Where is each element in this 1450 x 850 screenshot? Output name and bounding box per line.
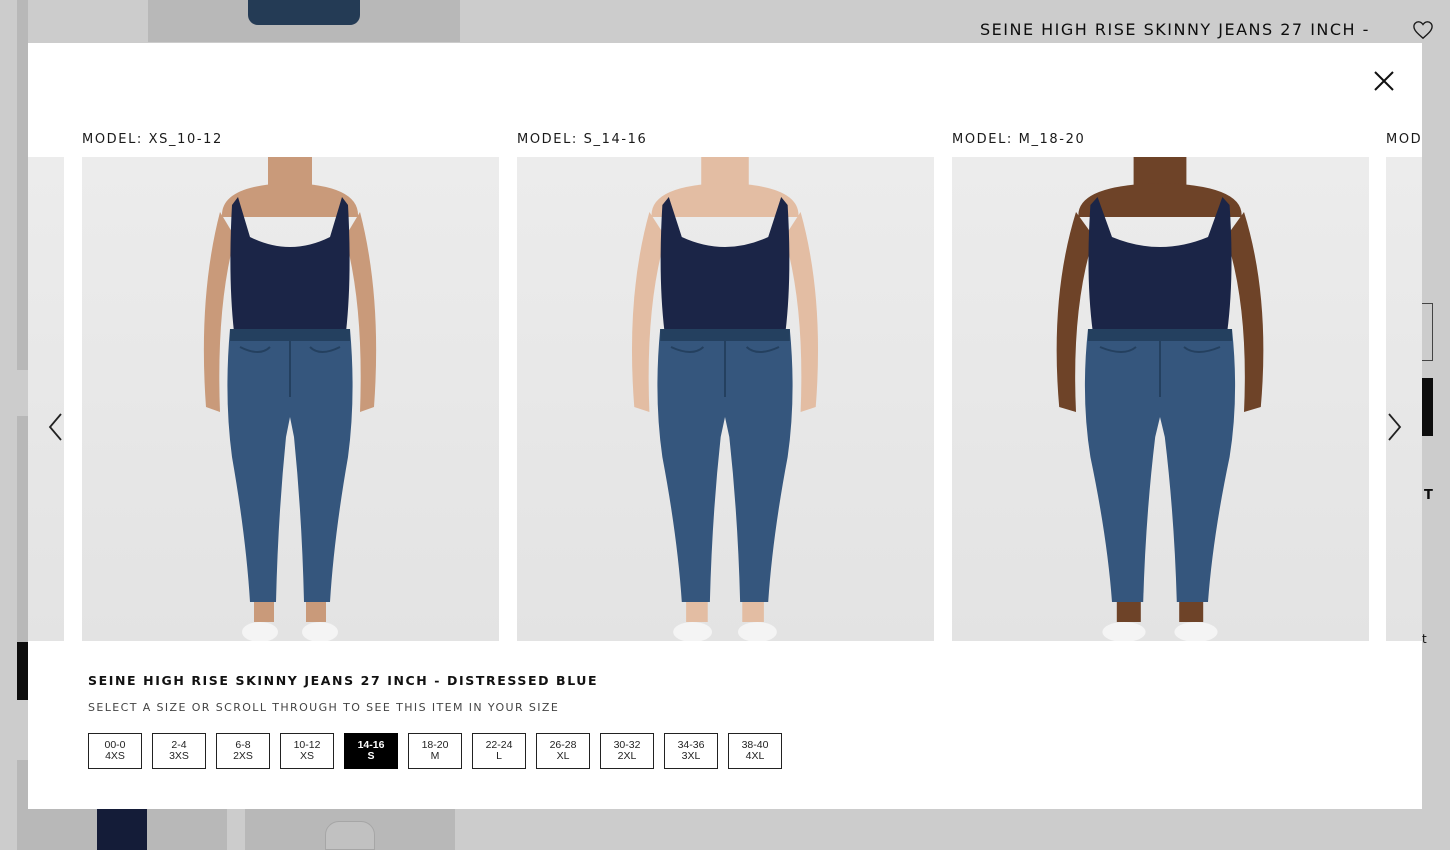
size-letter: 4XS — [105, 750, 125, 762]
size-option[interactable]: 14-16 S — [344, 733, 398, 769]
model-photo — [28, 157, 64, 641]
chevron-left-icon — [48, 413, 62, 441]
model-size-label: MODEL — [1386, 132, 1422, 147]
next-button[interactable] — [1382, 411, 1406, 443]
size-letter: XL — [556, 750, 570, 762]
size-letter: 3XL — [681, 750, 701, 762]
size-letter: 2XS — [233, 750, 253, 762]
size-viewer-modal: MODEL: XS_10-12 MODEL: S_14-16 MODEL: M_… — [28, 43, 1422, 809]
model-size-label: MODEL: M_18-20 — [952, 132, 1086, 147]
size-letter: 2XL — [617, 750, 637, 762]
size-option[interactable]: 34-36 3XL — [664, 733, 718, 769]
close-icon — [1374, 71, 1394, 91]
model-size-label: MODEL: XS_10-12 — [82, 132, 223, 147]
model-photo — [82, 157, 499, 641]
chevron-right-icon — [1388, 413, 1402, 441]
size-option[interactable]: 18-20 M — [408, 733, 462, 769]
size-letter: 4XL — [745, 750, 765, 762]
size-letter: XS — [299, 750, 314, 762]
model-figure — [203, 157, 377, 641]
size-option[interactable]: 30-32 2XL — [600, 733, 654, 769]
size-option[interactable]: 00-0 4XS — [88, 733, 142, 769]
close-button[interactable] — [1368, 65, 1400, 97]
model-photo — [1386, 157, 1422, 641]
size-option[interactable]: 22-24 L — [472, 733, 526, 769]
size-letter: 3XS — [169, 750, 189, 762]
size-instruction: SELECT A SIZE OR SCROLL THROUGH TO SEE T… — [88, 701, 560, 714]
size-option[interactable]: 38-40 4XL — [728, 733, 782, 769]
previous-button[interactable] — [44, 411, 68, 443]
size-letter: L — [496, 750, 502, 762]
model-figure — [631, 157, 819, 641]
size-option[interactable]: 2-4 3XS — [152, 733, 206, 769]
size-option[interactable]: 26-28 XL — [536, 733, 590, 769]
size-selector: 00-0 4XS 2-4 3XS 6-8 2XS 10-12 XS 14-16 S 18-20 M 22… — [88, 733, 782, 769]
model-carousel[interactable]: MODEL: XS_10-12 MODEL: S_14-16 MODEL: M_… — [28, 129, 1422, 643]
model-photo — [952, 157, 1369, 641]
size-option[interactable]: 6-8 2XS — [216, 733, 270, 769]
model-figure — [1056, 157, 1264, 641]
size-letter: M — [430, 750, 440, 762]
product-name: SEINE HIGH RISE SKINNY JEANS 27 INCH - D… — [88, 673, 599, 688]
model-photo — [517, 157, 934, 641]
product-info: SEINE HIGH RISE SKINNY JEANS 27 INCH - D… — [88, 673, 598, 714]
model-size-label: MODEL: S_14-16 — [517, 132, 648, 147]
size-option[interactable]: 10-12 XS — [280, 733, 334, 769]
size-letter: S — [367, 750, 375, 762]
